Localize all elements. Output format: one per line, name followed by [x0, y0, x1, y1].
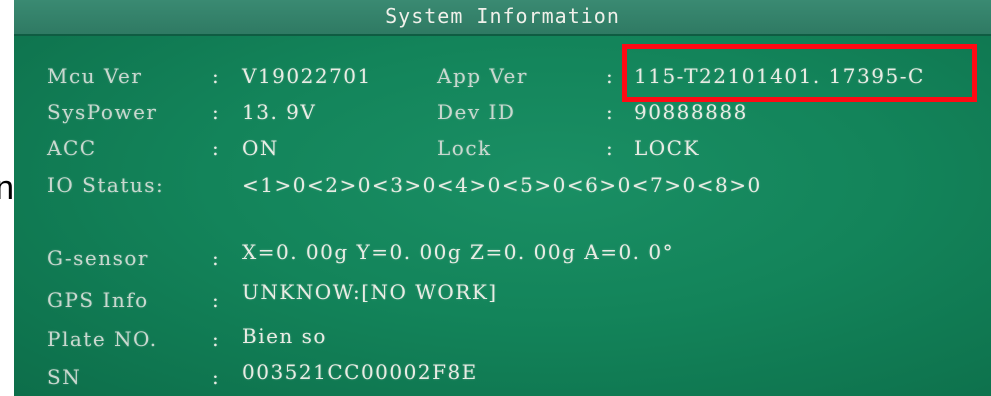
mcu-ver-sep: :	[212, 64, 221, 88]
dev-id-sep: :	[606, 100, 615, 124]
io-status-value: <1>0<2>0<3>0<4>0<5>0<6>0<7>0<8>0	[242, 173, 762, 197]
syspower-sep: :	[212, 100, 221, 124]
system-info-screen: System Information Mcu Ver : V19022701 A…	[14, 0, 991, 396]
syspower-label: SysPower	[47, 100, 158, 124]
g-sensor-sep: :	[212, 246, 221, 270]
mcu-ver-value: V19022701	[242, 64, 372, 88]
plate-no-label: Plate NO.	[47, 327, 158, 351]
g-sensor-value: X=0. 00g Y=0. 00g Z=0. 00g A=0. 0°	[242, 240, 675, 264]
mcu-ver-label: Mcu Ver	[47, 64, 143, 88]
highlight-box	[622, 44, 977, 102]
lock-value: LOCK	[634, 136, 700, 160]
dev-id-label: Dev ID	[437, 100, 516, 124]
plate-no-value: Bien so	[242, 324, 327, 348]
title-bar: System Information	[14, 0, 991, 36]
gps-info-label: GPS Info	[47, 288, 149, 312]
sn-sep: :	[212, 365, 221, 389]
app-ver-sep: :	[606, 64, 615, 88]
dev-id-value: 90888888	[634, 100, 748, 124]
io-status-label: IO Status:	[47, 173, 165, 197]
stray-text-fragment: n	[0, 168, 14, 208]
lock-label: Lock	[437, 136, 492, 160]
app-ver-label: App Ver	[437, 64, 528, 88]
sn-label: SN	[47, 365, 82, 389]
acc-sep: :	[212, 136, 221, 160]
acc-label: ACC	[47, 136, 97, 160]
stray-letter: n	[0, 169, 14, 207]
sn-value: 003521CC00002F8E	[242, 360, 478, 384]
syspower-value: 13. 9V	[242, 100, 317, 124]
window-title: System Information	[385, 4, 620, 28]
gps-info-sep: :	[212, 288, 221, 312]
gps-info-value: UNKNOW:[NO WORK]	[242, 280, 498, 304]
g-sensor-label: G-sensor	[47, 246, 149, 270]
lock-sep: :	[606, 136, 615, 160]
acc-value: ON	[242, 136, 279, 160]
plate-no-sep: :	[212, 327, 221, 351]
